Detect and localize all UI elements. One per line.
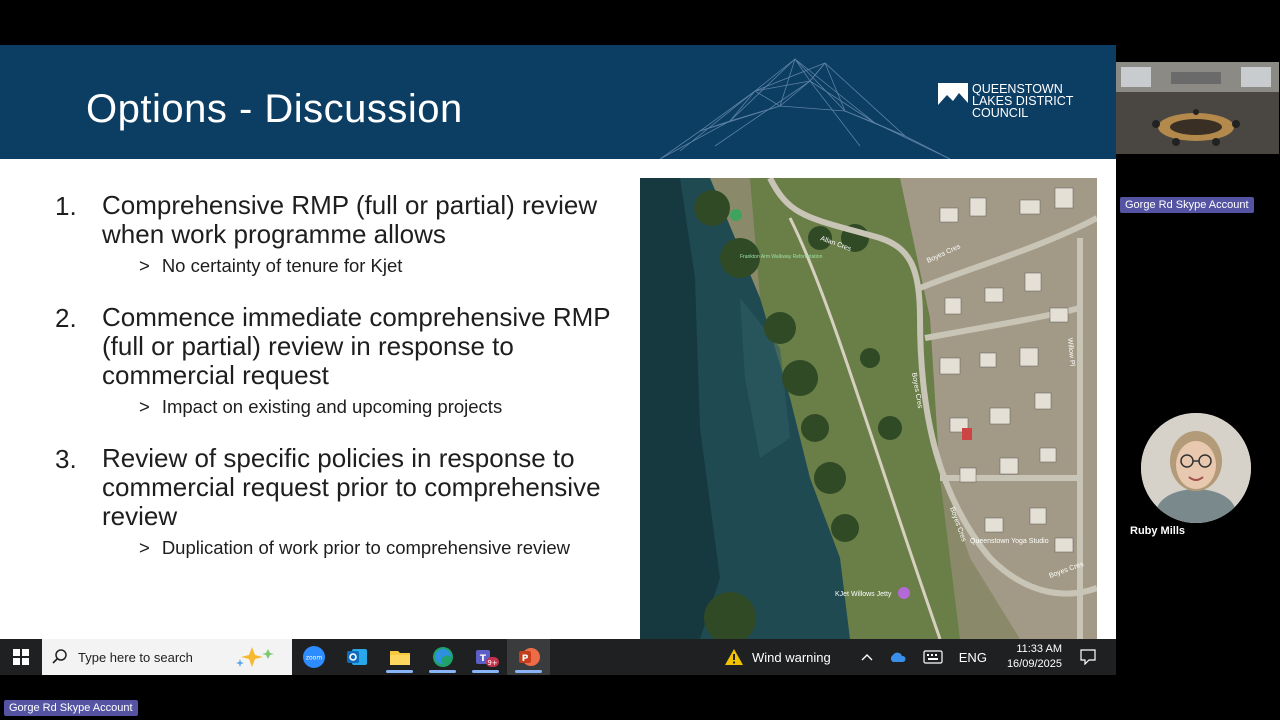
search-input[interactable] [78,649,228,665]
map-label-yoga-studio: Queenstown Yoga Studio [970,538,1049,545]
option-number: 2. [55,303,77,333]
option-2: 2. Commence immediate comprehensive RMP … [55,303,645,418]
running-indicator [515,670,542,673]
option-subpoint: > Duplication of work prior to comprehen… [139,537,645,559]
subpoint-marker: > [139,537,150,558]
option-1: 1. Comprehensive RMP (full or partial) r… [55,191,645,277]
option-3: 3. Review of specific policies in respon… [55,444,645,559]
sparkle-icon [236,647,274,667]
logo-line-3: COUNCIL [972,106,1029,120]
clock[interactable]: 11:33 AM 16/09/2025 [1007,642,1062,672]
option-subpoint: > Impact on existing and upcoming projec… [139,396,645,418]
touch-keyboard-button[interactable] [923,650,943,664]
notification-icon [1080,649,1096,665]
file-explorer-icon [389,651,410,665]
option-text: Comprehensive RMP (full or partial) revi… [102,190,598,249]
clock-date: 16/09/2025 [1006,658,1062,670]
powerpoint-icon: P [518,648,540,666]
running-indicator [472,670,499,673]
teams-badge: 9+ [487,659,497,667]
running-indicator [429,670,456,673]
language-indicator[interactable]: ENG [959,650,987,665]
map-label-kjet-jetty: KJet Willows Jetty [835,591,892,598]
outlook-icon [346,649,367,665]
subpoint-text: Impact on existing and upcoming projects [161,396,503,417]
slide-title: Options - Discussion [86,87,463,131]
option-text: Commence immediate comprehensive RMP (fu… [102,302,611,390]
mountain-wireframe-graphic [660,58,950,159]
show-hidden-icons-button[interactable] [861,653,873,661]
qldc-logo: QUEENSTOWN LAKES DISTRICT COUNCIL [938,83,1073,119]
taskbar-zoom[interactable]: zoom [292,639,335,675]
search-icon [52,649,67,664]
taskbar-outlook[interactable] [335,639,378,675]
subpoint-text: No certainty of tenure for Kjet [161,255,403,276]
keyboard-icon [923,650,943,664]
taskbar-file-explorer[interactable] [378,639,421,675]
bottom-name-tag: Gorge Rd Skype Account [4,700,138,716]
option-text: Review of specific policies in response … [102,443,601,531]
zoom-label: zoom [305,655,321,662]
svg-text:P: P [521,654,528,664]
aerial-map-svg: Allan Cres Boyes Cres Boyes Cres Boyes C… [640,178,1097,639]
room-name-tag: Gorge Rd Skype Account [1120,197,1254,213]
cloud-icon [890,652,906,662]
subpoint-marker: > [139,396,150,417]
qldc-mountain-icon [938,83,968,116]
screen: Options - Discussion QUEENSTOWN LAKES DI… [0,0,1280,720]
participant-name: Ruby Mills [1130,525,1186,537]
slide-header: Options - Discussion QUEENSTOWN LAKES DI… [0,45,1116,159]
subpoint-marker: > [139,255,150,276]
option-number: 3. [55,444,77,474]
participant-video [1141,413,1251,523]
taskbar-teams[interactable]: T 9+ [464,639,507,675]
teams-icon: T 9+ [475,650,499,667]
svg-text:T: T [479,654,486,664]
zoom-icon: zoom [302,646,325,668]
subpoint-text: Duplication of work prior to comprehensi… [161,537,571,558]
taskbar-search[interactable] [42,639,292,675]
weather-widget[interactable]: Wind warning [724,648,831,666]
option-number: 1. [55,191,77,221]
options-list: 1. Comprehensive RMP (full or partial) r… [55,191,645,585]
running-indicator [386,670,413,673]
taskbar-powerpoint[interactable]: P [507,639,550,675]
warning-icon [725,649,743,665]
windows-taskbar: zoom T [0,639,1116,675]
start-button[interactable] [0,639,42,675]
presentation-slide: Options - Discussion QUEENSTOWN LAKES DI… [0,45,1116,639]
notification-button[interactable] [1080,649,1096,665]
onedrive-button[interactable] [889,651,907,663]
clock-time: 11:33 AM [1016,643,1062,655]
room-camera-feed [1116,62,1279,154]
edge-icon [432,647,453,667]
chevron-up-icon [861,654,873,661]
windows-logo-icon [13,649,29,665]
weather-text: Wind warning [752,649,831,665]
option-subpoint: > No certainty of tenure for Kjet [139,255,645,277]
system-tray: Wind warning ENG 11:33 AM 16/09/2025 [724,639,1116,675]
map-label-reserve: Frankton Arm Walkway Reforestation [740,254,823,260]
aerial-map-image: Allan Cres Boyes Cres Boyes Cres Boyes C… [640,178,1097,639]
taskbar-edge[interactable] [421,639,464,675]
room-camera-image [1116,62,1279,154]
participant-face [1141,413,1251,523]
